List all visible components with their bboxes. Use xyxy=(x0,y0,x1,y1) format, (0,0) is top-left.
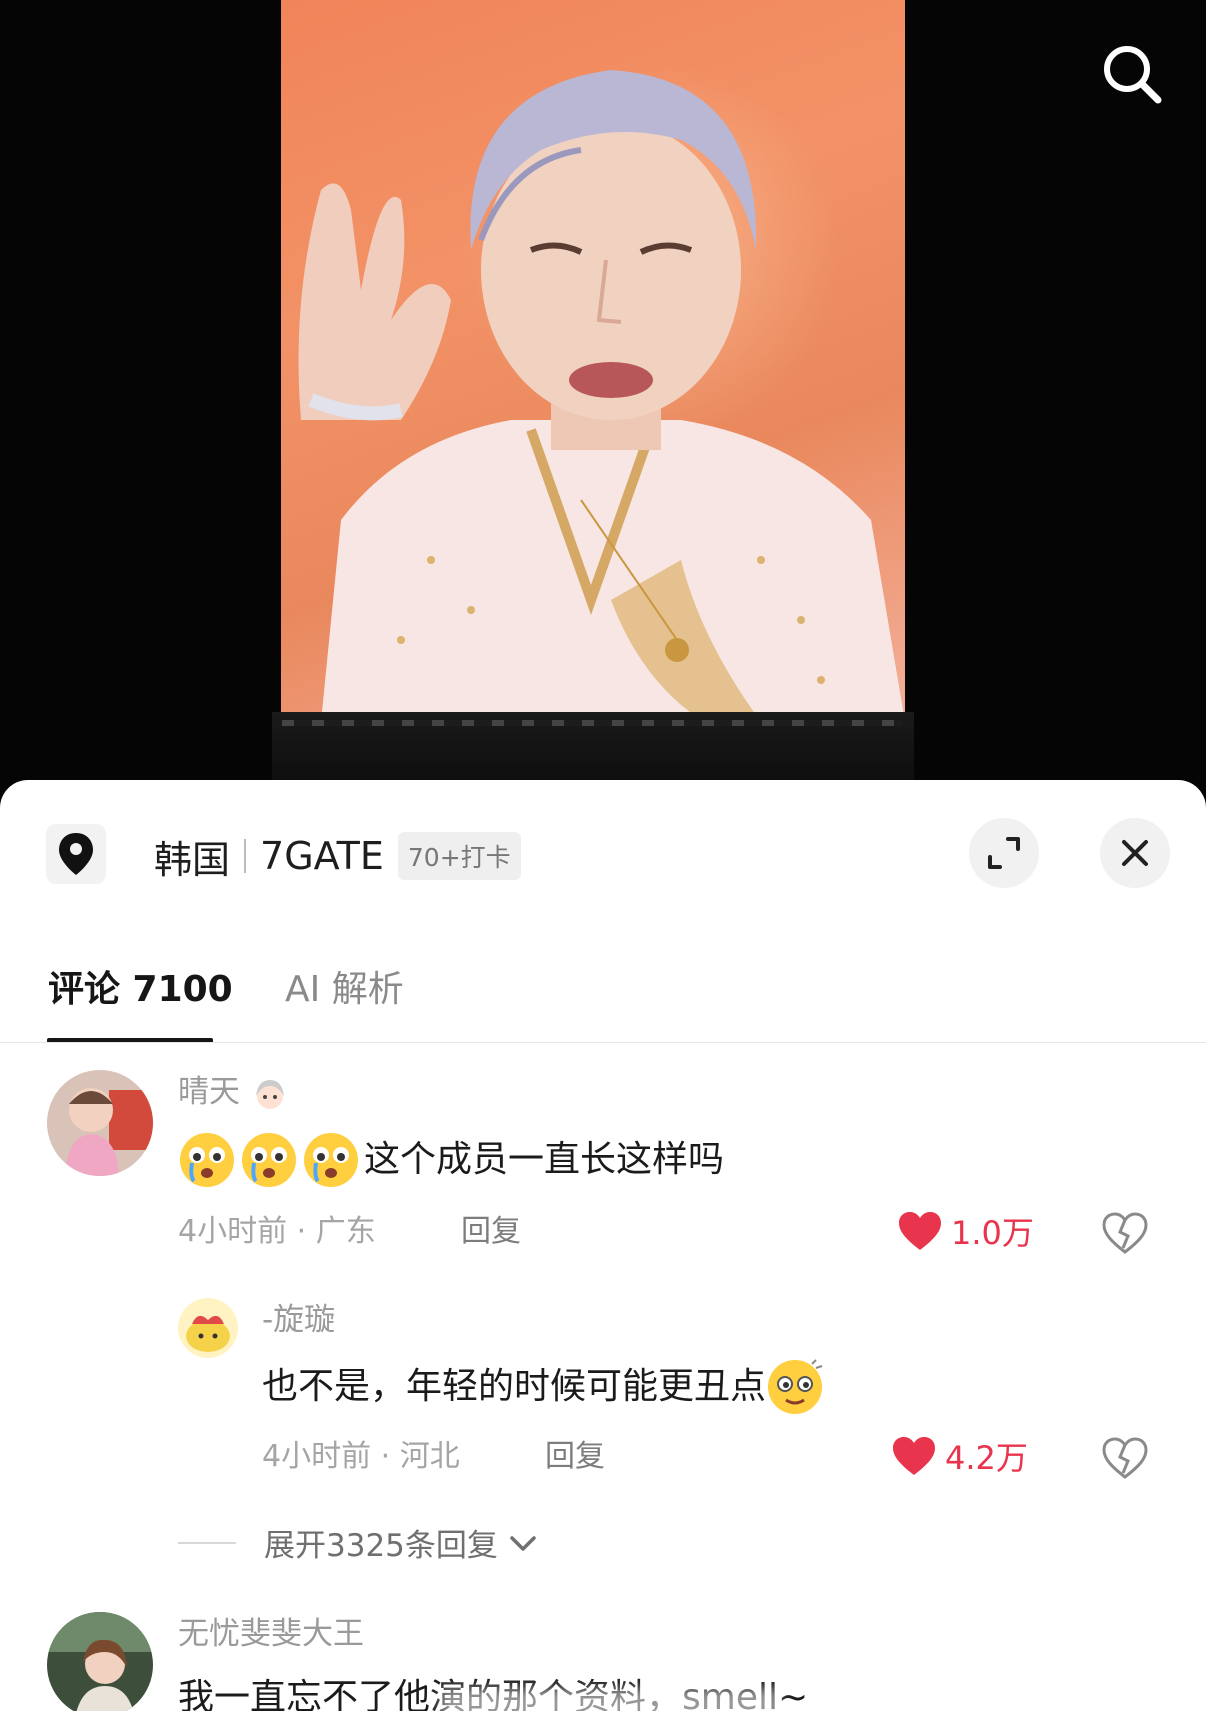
girl-emoji-icon xyxy=(255,1079,284,1109)
tabs-divider xyxy=(0,1042,1206,1043)
comment-meta: 4小时前 · 广东 xyxy=(178,1214,376,1249)
reply-meta: 4小时前 · 河北 xyxy=(262,1439,460,1474)
tab-comments[interactable]: 评论 7100 xyxy=(48,955,233,1025)
comment-username[interactable]: 无忧斐斐大王 xyxy=(178,1612,364,1656)
expand-icon xyxy=(988,837,1020,869)
expand-replies-label: 展开3325条回复 xyxy=(264,1528,498,1564)
reply-text: 也不是，年轻的时候可能更丑点 xyxy=(262,1358,828,1416)
tab-ai-analysis[interactable]: AI 解析 xyxy=(285,955,404,1025)
comment-username[interactable]: 晴天 xyxy=(178,1070,290,1114)
crying-emoji-icon xyxy=(180,1133,234,1187)
broken-heart-icon xyxy=(1102,1212,1148,1254)
heart-icon xyxy=(893,1437,935,1475)
avatar[interactable] xyxy=(47,1612,153,1711)
crying-emoji-icon xyxy=(304,1133,358,1187)
watermark-overlay xyxy=(440,1688,780,1711)
comment-sheet: 韩国 7GATE 70+打卡 评论 7100 AI 解析 晴天 这个成员一直长这… xyxy=(0,780,1206,1711)
broken-heart-icon xyxy=(1102,1437,1148,1479)
performer-illustration xyxy=(298,70,905,722)
location-text[interactable]: 韩国 7GATE 70+打卡 xyxy=(154,828,521,884)
dislike-button[interactable] xyxy=(1100,1208,1150,1258)
location-place: 7GATE xyxy=(260,834,384,878)
dizzy-emoji-icon xyxy=(768,1359,823,1414)
like-button[interactable]: 1.0万 xyxy=(897,1208,1034,1254)
reply-button[interactable]: 回复 xyxy=(461,1210,521,1254)
reply-username[interactable]: -旋璇 xyxy=(262,1298,335,1342)
comment-text: 这个成员一直长这样吗 xyxy=(178,1131,724,1189)
dislike-button[interactable] xyxy=(1100,1433,1150,1483)
crying-emoji-icon xyxy=(242,1133,296,1187)
location-country: 韩国 xyxy=(154,837,231,882)
location-bar[interactable]: 韩国 7GATE 70+打卡 xyxy=(0,780,1206,940)
stage-screen-image xyxy=(281,0,905,722)
close-icon xyxy=(1122,840,1148,866)
like-count: 4.2万 xyxy=(945,1439,1028,1477)
checkin-badge: 70+打卡 xyxy=(397,832,521,880)
expand-replies-button[interactable]: 展开3325条回复 xyxy=(178,1520,540,1565)
search-button[interactable] xyxy=(1096,38,1168,110)
avatar[interactable] xyxy=(47,1070,153,1176)
video-player[interactable] xyxy=(0,0,1206,800)
heart-icon xyxy=(899,1212,941,1250)
tab-bar: 评论 7100 AI 解析 xyxy=(0,955,1206,1025)
location-divider xyxy=(244,839,247,873)
chevron-down-icon xyxy=(510,1535,536,1551)
reply-avatar[interactable] xyxy=(178,1298,238,1358)
expand-button[interactable] xyxy=(969,818,1039,888)
close-button[interactable] xyxy=(1100,818,1170,888)
like-count: 1.0万 xyxy=(951,1214,1034,1252)
search-icon xyxy=(1104,46,1162,104)
expand-divider xyxy=(178,1541,236,1544)
reply-button[interactable]: 回复 xyxy=(545,1435,605,1479)
like-button[interactable]: 4.2万 xyxy=(891,1433,1028,1479)
location-pin-icon xyxy=(46,824,106,884)
